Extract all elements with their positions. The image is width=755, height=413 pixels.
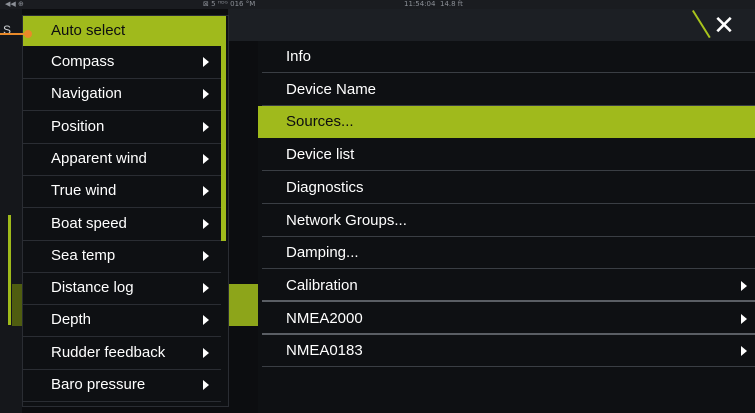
left-menu-item-position[interactable]: Position (23, 111, 221, 144)
settings-menu-item-label: Calibration (286, 276, 358, 294)
status-bar-heading: ⊠ 5 ᴴᴰᴳ 016 °M (203, 0, 256, 8)
chevron-right-icon (203, 121, 209, 132)
dialog-top-bar (228, 9, 755, 41)
left-menu-item-apparent-wind[interactable]: Apparent wind (23, 143, 221, 176)
left-menu-item-label: Boat speed (51, 214, 127, 232)
settings-menu-item-label: Network Groups... (286, 211, 407, 229)
left-menu-item-boat-speed[interactable]: Boat speed (23, 208, 221, 241)
chevron-right-icon (203, 186, 209, 197)
settings-menu-item-label: NMEA2000 (286, 309, 363, 327)
left-menu-item-auto-select[interactable]: Auto select (23, 16, 221, 46)
left-menu-item-label: Rudder feedback (51, 343, 166, 361)
chevron-right-icon (741, 313, 747, 324)
chevron-right-icon (203, 89, 209, 100)
background-highlight-band (228, 284, 258, 326)
chevron-right-icon (203, 57, 209, 67)
chevron-right-icon (203, 380, 209, 390)
chevron-right-icon (203, 218, 209, 229)
left-menu-item-label: Baro pressure (51, 376, 146, 393)
menu-divider (262, 332, 755, 335)
left-menu-item-label: Navigation (51, 85, 122, 103)
chevron-right-icon (203, 347, 209, 358)
status-bar-time: 11:54:04 (404, 0, 436, 8)
settings-menu-item-calibration[interactable]: Calibration (258, 270, 755, 302)
pointer-dot (24, 30, 32, 38)
chevron-right-icon (741, 346, 747, 357)
menu-divider (262, 299, 755, 302)
settings-menu-item-nmea0183[interactable]: NMEA0183 (258, 335, 755, 368)
status-bar: ◀◀ ⊕ ⊠ 5 ᴴᴰᴳ 016 °M 11:54:04 14.8 ft (0, 0, 755, 9)
background-indicator-block (12, 284, 22, 326)
left-menu-item-navigation[interactable]: Navigation (23, 78, 221, 112)
status-bar-depth: 14.8 ft (440, 0, 463, 8)
left-menu-item-label: Apparent wind (51, 149, 147, 167)
left-menu-item-depth[interactable]: Depth (23, 304, 221, 338)
left-menu-item-label: Position (51, 117, 105, 135)
close-button[interactable]: ✕ (705, 13, 743, 39)
background-panel: S (0, 9, 22, 413)
left-menu-item-label: Auto select (51, 22, 126, 39)
settings-menu-item-device-list[interactable]: Device list (258, 139, 755, 172)
chevron-right-icon (203, 283, 209, 294)
left-menu-item-sea-temp[interactable]: Sea temp (23, 240, 221, 273)
settings-menu-item-sources[interactable]: Sources... (258, 106, 755, 139)
left-menu-item-distance-log[interactable]: Distance log (23, 272, 221, 306)
chevron-right-icon (203, 153, 209, 164)
settings-menu-item-device-name[interactable]: Device Name (258, 74, 755, 106)
settings-menu-item-damping[interactable]: Damping... (258, 237, 755, 270)
settings-menu-item-info[interactable]: Info (258, 41, 755, 73)
settings-menu-item-label: Sources... (286, 113, 354, 131)
left-menu-item-label: Sea temp (51, 246, 116, 264)
settings-menu: Info Device Name Sources... Device list Diag… (258, 41, 755, 413)
left-menu-item-label: Compass (51, 53, 115, 70)
settings-menu-item-label: Diagnostics (286, 178, 364, 196)
left-menu-item-true-wind[interactable]: True wind (23, 175, 221, 209)
settings-menu-item-label: NMEA0183 (286, 342, 363, 360)
left-menu-item-compass[interactable]: Compass (23, 46, 221, 79)
settings-menu-item-diagnostics[interactable]: Diagnostics (258, 172, 755, 204)
chevron-right-icon (741, 280, 747, 291)
left-menu-item-label: True wind (51, 182, 117, 200)
background-indicator-bar (8, 215, 11, 325)
settings-menu-item-label: Damping... (286, 244, 359, 262)
status-bar-left: ◀◀ ⊕ (5, 0, 24, 8)
left-menu-scrollbar[interactable] (221, 16, 226, 241)
settings-menu-item-nmea2000[interactable]: NMEA2000 (258, 303, 755, 335)
source-category-menu: Auto select Compass Navigation Position Appa… (22, 15, 229, 407)
left-menu-item-label: Distance log (51, 279, 134, 297)
chevron-right-icon (203, 250, 209, 261)
left-menu-item-label: Depth (51, 311, 92, 329)
menu-divider (262, 366, 755, 368)
settings-menu-item-network-groups[interactable]: Network Groups... (258, 205, 755, 237)
settings-menu-item-label: Device Name (286, 80, 377, 98)
settings-menu-item-label: Device list (286, 146, 355, 164)
settings-menu-item-label: Info (286, 48, 312, 65)
left-menu-item-baro-pressure[interactable]: Baro pressure (23, 369, 221, 402)
left-menu-item-rudder-feedback[interactable]: Rudder feedback (23, 337, 221, 370)
chevron-right-icon (203, 315, 209, 326)
